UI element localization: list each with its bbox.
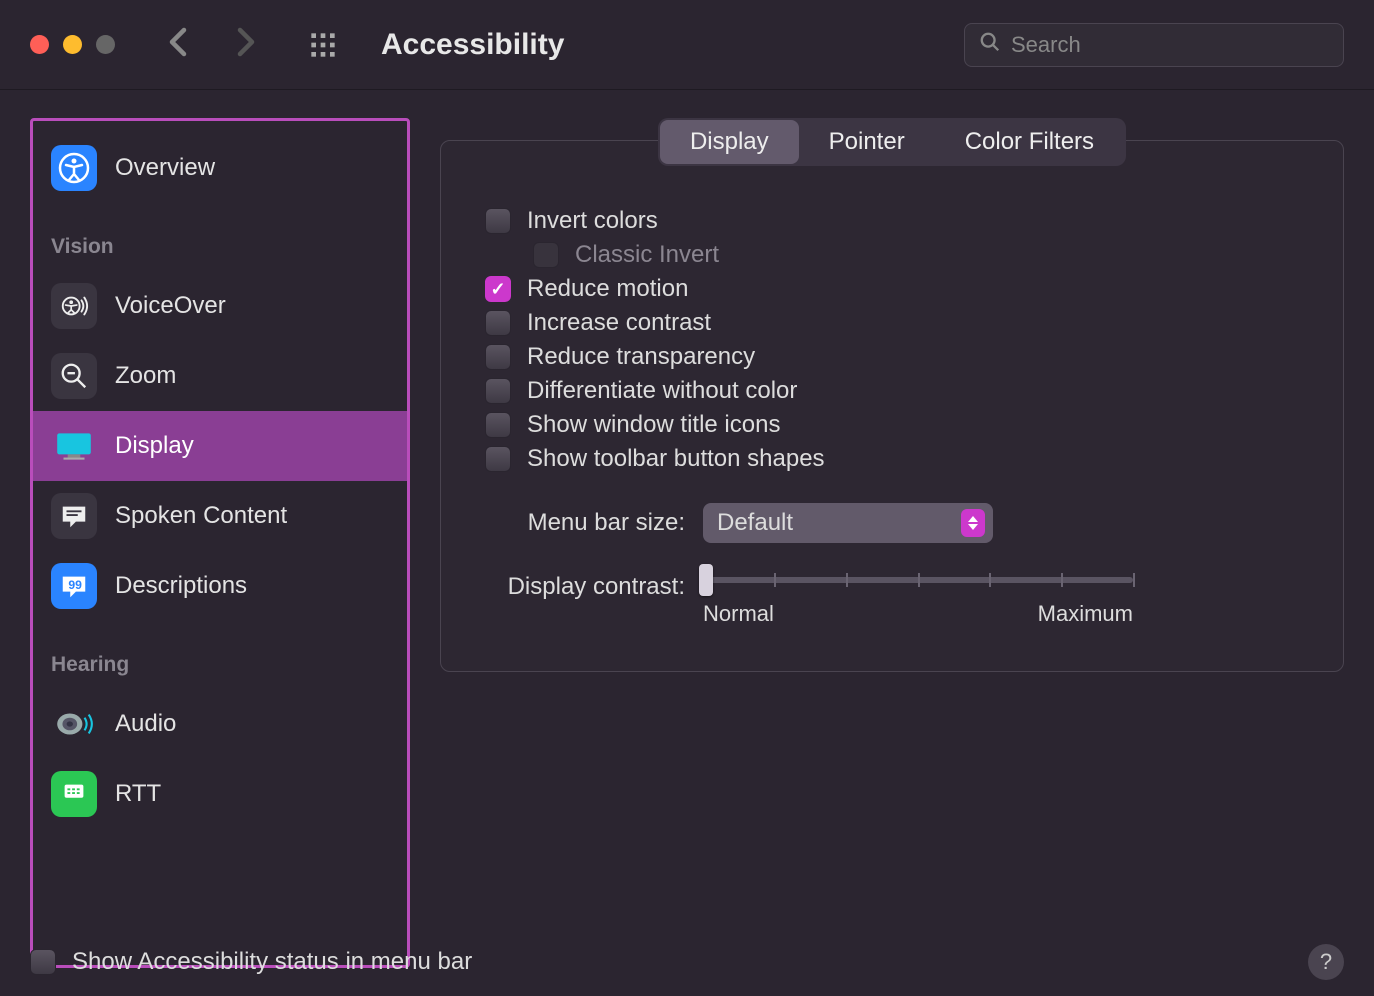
menu-bar-size-row: Menu bar size: Default [485, 503, 1299, 543]
sidebar-item-label: Spoken Content [115, 502, 287, 530]
tab-color-filters[interactable]: Color Filters [935, 120, 1124, 164]
voiceover-icon [51, 283, 97, 329]
checkbox-label: Reduce motion [527, 275, 688, 303]
sidebar-item-audio[interactable]: Audio [33, 689, 407, 759]
checkbox-label: Show window title icons [527, 411, 780, 439]
titlebar: Accessibility [0, 0, 1374, 90]
select-stepper-icon [961, 509, 985, 537]
accessibility-icon [51, 145, 97, 191]
checkbox-icon [485, 208, 511, 234]
display-panel: Invert colors Classic Invert Reduce moti… [440, 140, 1344, 672]
main-content: Display Pointer Color Filters Invert col… [440, 118, 1344, 968]
sidebar-item-label: VoiceOver [115, 292, 226, 320]
checkbox-label: Increase contrast [527, 309, 711, 337]
back-button[interactable] [169, 27, 187, 62]
tab-pointer[interactable]: Pointer [799, 120, 935, 164]
minimize-window-button[interactable] [63, 35, 82, 54]
tab-display[interactable]: Display [660, 120, 799, 164]
nav-arrows [169, 27, 255, 62]
checkbox-label: Show toolbar button shapes [527, 445, 825, 473]
checkbox-label: Differentiate without color [527, 377, 797, 405]
checkbox-icon [485, 446, 511, 472]
spoken-content-icon [51, 493, 97, 539]
checkbox-label: Classic Invert [575, 241, 719, 269]
display-contrast-label: Display contrast: [485, 573, 685, 601]
sidebar-item-rtt[interactable]: RTT [33, 759, 407, 829]
checkbox-icon[interactable] [30, 949, 56, 975]
checkbox-reduce-transparency[interactable]: Reduce transparency [485, 343, 1299, 371]
sidebar-item-label: Descriptions [115, 572, 247, 600]
checkbox-differentiate-without-color[interactable]: Differentiate without color [485, 377, 1299, 405]
slider-knob[interactable] [699, 564, 713, 596]
sidebar-item-label: RTT [115, 780, 161, 808]
checkbox-icon [533, 242, 559, 268]
checkbox-invert-colors[interactable]: Invert colors [485, 207, 1299, 235]
sidebar: Overview Vision VoiceOver Zoom Displa [30, 118, 410, 968]
zoom-icon [51, 353, 97, 399]
menu-bar-size-select[interactable]: Default [703, 503, 993, 543]
help-button[interactable]: ? [1308, 944, 1344, 980]
checkbox-label: Invert colors [527, 207, 658, 235]
sidebar-item-voiceover[interactable]: VoiceOver [33, 271, 407, 341]
sidebar-item-display[interactable]: Display [33, 411, 407, 481]
slider-max-label: Maximum [1038, 601, 1133, 627]
rtt-icon [51, 771, 97, 817]
sidebar-item-zoom[interactable]: Zoom [33, 341, 407, 411]
traffic-lights [30, 35, 115, 54]
sidebar-section-hearing: Hearing [33, 621, 407, 689]
checkbox-label: Reduce transparency [527, 343, 755, 371]
sidebar-item-spoken-content[interactable]: Spoken Content [33, 481, 407, 551]
display-contrast-row: Display contrast: [485, 573, 1299, 627]
svg-text:99: 99 [68, 578, 82, 592]
checkbox-icon [485, 276, 511, 302]
checkbox-show-toolbar-button-shapes[interactable]: Show toolbar button shapes [485, 445, 1299, 473]
checkbox-increase-contrast[interactable]: Increase contrast [485, 309, 1299, 337]
checkbox-icon [485, 378, 511, 404]
close-window-button[interactable] [30, 35, 49, 54]
menu-bar-size-label: Menu bar size: [485, 509, 685, 537]
footer-status-label[interactable]: Show Accessibility status in menu bar [72, 948, 472, 976]
sidebar-item-label: Zoom [115, 362, 176, 390]
sidebar-item-label: Display [115, 432, 194, 460]
checkbox-icon [485, 344, 511, 370]
slider-min-label: Normal [703, 601, 774, 627]
tabs: Display Pointer Color Filters [658, 118, 1126, 166]
sidebar-item-descriptions[interactable]: 99 Descriptions [33, 551, 407, 621]
checkbox-classic-invert: Classic Invert [533, 241, 1299, 269]
search-icon [979, 31, 1001, 58]
footer: Show Accessibility status in menu bar ? [30, 944, 1344, 980]
show-all-icon[interactable] [309, 31, 337, 59]
checkbox-icon [485, 412, 511, 438]
checkbox-show-window-title-icons[interactable]: Show window title icons [485, 411, 1299, 439]
audio-icon [51, 701, 97, 747]
forward-button[interactable] [237, 27, 255, 62]
sidebar-item-overview[interactable]: Overview [33, 133, 407, 203]
window-title: Accessibility [381, 28, 950, 62]
checkbox-reduce-motion[interactable]: Reduce motion [485, 275, 1299, 303]
sidebar-item-label: Overview [115, 154, 215, 182]
checkbox-icon [485, 310, 511, 336]
search-input[interactable] [1011, 32, 1329, 58]
display-contrast-slider[interactable] [703, 577, 1133, 583]
sidebar-section-vision: Vision [33, 203, 407, 271]
display-icon [51, 423, 97, 469]
sidebar-item-label: Audio [115, 710, 176, 738]
zoom-window-button[interactable] [96, 35, 115, 54]
descriptions-icon: 99 [51, 563, 97, 609]
search-field[interactable] [964, 23, 1344, 67]
select-value: Default [717, 509, 793, 537]
